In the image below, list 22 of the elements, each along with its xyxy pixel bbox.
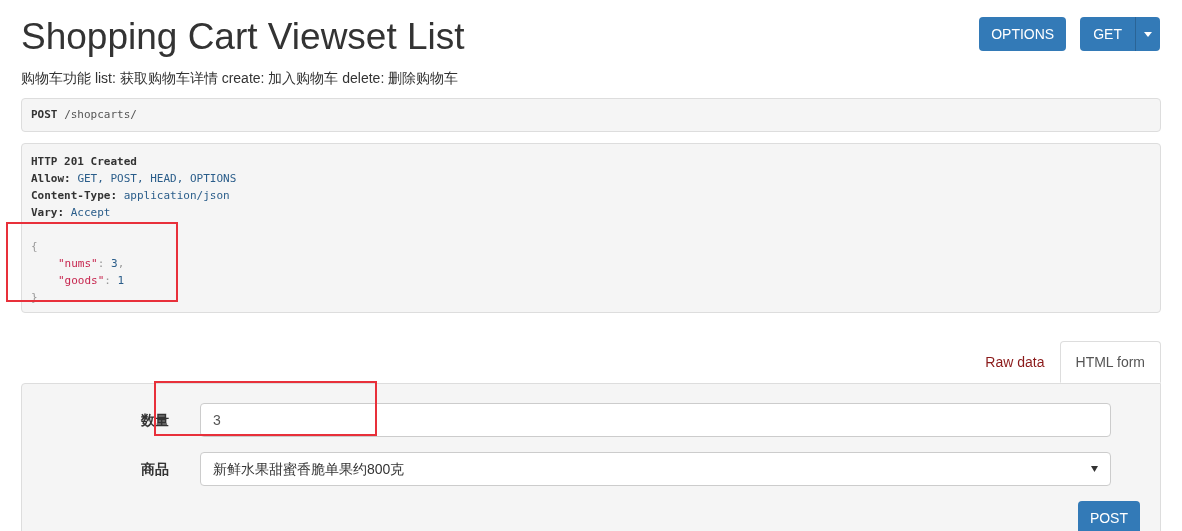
response-status: HTTP 201 Created (31, 154, 137, 170)
caret-icon[interactable] (1144, 31, 1152, 37)
json-line: "goods": 1 (58, 273, 125, 289)
quantity-input[interactable]: 3 (200, 403, 1111, 437)
post-button[interactable]: POST (1077, 501, 1140, 531)
json-line: "nums": 3, (58, 256, 125, 272)
response-header: Content-Type: application/json (31, 188, 230, 204)
get-split-button[interactable]: GET (1080, 17, 1160, 51)
response-header: Allow: GET, POST, HEAD, OPTIONS (31, 171, 237, 187)
dropdown-arrow-icon (1091, 466, 1098, 472)
json-brace: { (31, 239, 38, 255)
request-line: POST /shopcarts/ (31, 106, 137, 123)
field-label: 数量 (140, 410, 170, 430)
form-tab[interactable]: HTML form (1059, 341, 1161, 383)
get-button[interactable]: GET (1080, 17, 1135, 51)
page-title: Shopping Cart Viewset List (21, 17, 465, 57)
response-header: Vary: Accept (31, 205, 111, 221)
options-button[interactable]: OPTIONS (979, 17, 1067, 51)
field-label: 商品 (140, 459, 170, 479)
form-tab[interactable]: Raw data (970, 341, 1060, 383)
product-select[interactable]: 新鲜水果甜蜜香脆单果约800克 (200, 452, 1111, 486)
page-description: 购物车功能 list: 获取购物车详情 create: 加入购物车 delete: 删除购物车 (21, 69, 460, 88)
